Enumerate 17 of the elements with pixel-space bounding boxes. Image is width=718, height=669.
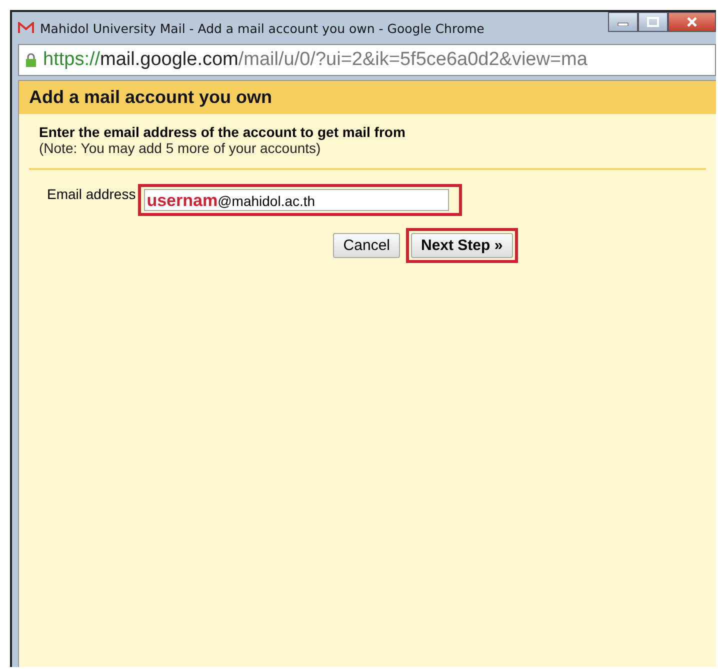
minimize-button[interactable] [608, 12, 638, 32]
instruction-text: Enter the email address of the account to get mail from [39, 124, 406, 140]
next-step-button[interactable]: Next Step » [411, 233, 513, 258]
note-text: (Note: You may add 5 more of your accounts) [39, 140, 322, 156]
email-input-field[interactable]: usernam@mahidol.ac.th [144, 189, 449, 211]
maximize-button[interactable] [638, 12, 668, 32]
close-icon [686, 17, 698, 27]
url-text: https://mail.google.com/mail/u/0/?ui=2&ik=5f5ce6a0d2&view=ma [43, 49, 588, 71]
maximize-icon [647, 17, 659, 27]
window-title: Mahidol University Mail - Add a mail account you own - Google Chrome [40, 20, 484, 36]
dialog-title: Add a mail account you own [29, 87, 272, 107]
close-button[interactable] [668, 12, 716, 32]
address-bar[interactable]: https://mail.google.com/mail/u/0/?ui=2&ik=5f5ce6a0d2&view=ma [18, 44, 716, 76]
mail-envelope-icon [18, 22, 34, 34]
cancel-button[interactable]: Cancel [333, 233, 400, 258]
email-label: Email address [47, 185, 136, 202]
lock-icon [25, 52, 37, 68]
